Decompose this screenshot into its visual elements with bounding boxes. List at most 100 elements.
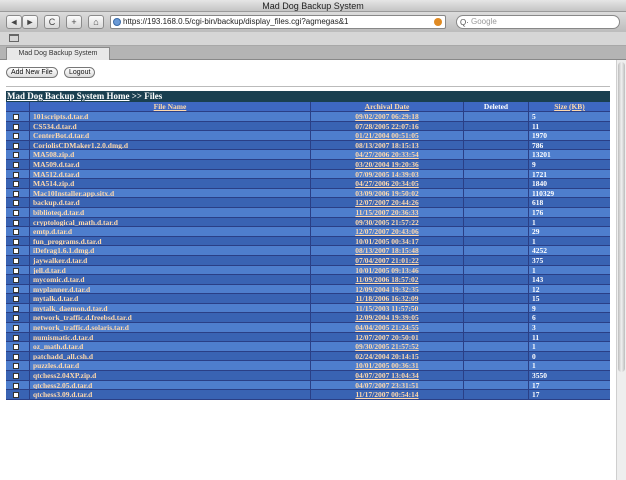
file-size: 29 (532, 227, 540, 236)
archival-date-link[interactable]: 04/07/2007 23:31:51 (311, 380, 464, 390)
archival-date-link[interactable]: 07/04/2007 21:01:22 (311, 255, 464, 265)
archival-date-link[interactable]: 11/17/2007 00:54:14 (311, 390, 464, 399)
archival-date-link[interactable]: 12/09/2004 19:32:35 (311, 284, 464, 294)
select-checkbox[interactable] (13, 229, 19, 236)
archival-date-link[interactable]: 12/07/2007 20:44:26 (311, 198, 464, 207)
file-name: mytalk.d.tar.d (30, 294, 311, 303)
archival-date-link[interactable]: 09/02/2007 06:29:18 (311, 112, 464, 121)
select-checkbox[interactable] (13, 257, 19, 264)
scrollbar-thumb[interactable] (618, 62, 625, 372)
archival-date-link[interactable]: 03/20/2004 19:20:36 (311, 159, 464, 169)
file-name: patchadd_all.csh.d (30, 351, 311, 361)
select-checkbox[interactable] (13, 200, 19, 207)
archival-date-link[interactable]: 12/07/2007 20:50:01 (311, 332, 464, 342)
archival-date-link[interactable]: 04/27/2006 20:34:05 (311, 179, 464, 188)
select-checkbox[interactable] (13, 181, 19, 188)
archival-date-link[interactable]: 09/30/2005 21:57:52 (311, 342, 464, 351)
archival-date-link[interactable]: 04/27/2006 20:33:54 (311, 150, 464, 159)
header-size[interactable]: Size (KB) (529, 102, 610, 111)
reload-button[interactable]: C (44, 15, 60, 29)
select-checkbox[interactable] (13, 305, 19, 312)
archival-date-link[interactable]: 12/09/2004 19:39:05 (311, 313, 464, 323)
archival-date-link[interactable]: 03/09/2006 19:50:02 (311, 188, 464, 198)
header-file-name[interactable]: File Name (30, 102, 311, 111)
file-name: network_traffic.d.solaris.tar.d (30, 323, 311, 332)
select-checkbox[interactable] (13, 382, 19, 389)
select-checkbox[interactable] (13, 152, 19, 159)
archival-date-link[interactable]: 08/13/2007 18:15:48 (311, 246, 464, 255)
select-checkbox[interactable] (13, 277, 19, 284)
archival-date-link[interactable]: 08/13/2007 18:15:13 (311, 140, 464, 150)
file-name: 101scripts.d.tar.d (30, 112, 311, 121)
select-checkbox[interactable] (13, 267, 19, 274)
deleted-cell (464, 294, 529, 303)
search-field[interactable]: Q· Google (456, 15, 620, 29)
header-archival-date[interactable]: Archival Date (311, 102, 464, 111)
back-button[interactable]: ◄ (6, 15, 22, 29)
select-checkbox[interactable] (13, 133, 19, 140)
file-size: 110329 (532, 188, 555, 198)
file-size: 1970 (532, 131, 547, 140)
archival-date-link[interactable]: 01/21/2004 00:51:05 (311, 131, 464, 140)
file-size: 1 (532, 265, 536, 275)
row-check-cell (6, 207, 30, 217)
select-checkbox[interactable] (13, 248, 19, 255)
deleted-cell (464, 188, 529, 198)
select-checkbox[interactable] (13, 219, 19, 226)
stop-loading-icon[interactable] (434, 18, 442, 26)
archival-date-link[interactable]: 10/01/2005 09:13:46 (311, 265, 464, 275)
logout-button[interactable]: Logout (64, 67, 96, 78)
archival-date-link[interactable]: 10/01/2005 00:36:31 (311, 361, 464, 371)
deleted-cell (464, 342, 529, 351)
select-checkbox[interactable] (13, 161, 19, 168)
archival-date-link[interactable]: 11/18/2006 16:32:09 (311, 294, 464, 303)
archival-date-link[interactable]: 09/30/2005 21:57:22 (311, 217, 464, 227)
table-row: MA509.d.tar.d 03/20/2004 19:20:36 9 (6, 159, 610, 170)
row-check-cell (6, 188, 30, 198)
home-button[interactable]: ⌂ (88, 15, 104, 29)
address-bar[interactable]: https://193.168.0.5/cgi-bin/backup/displ… (110, 15, 446, 29)
select-checkbox[interactable] (13, 238, 19, 245)
archival-date-link[interactable]: 02/24/2004 20:14:15 (311, 351, 464, 361)
add-bookmark-button[interactable]: + (66, 15, 82, 29)
file-size: 9 (532, 303, 536, 313)
bookmarks-book-icon[interactable] (9, 34, 19, 42)
archival-date-link[interactable]: 10/01/2005 00:34:17 (311, 236, 464, 246)
archival-date-link[interactable]: 04/07/2007 13:04:34 (311, 371, 464, 380)
select-checkbox[interactable] (13, 123, 19, 130)
archival-date-link[interactable]: 04/04/2005 21:24:55 (311, 323, 464, 332)
deleted-cell (464, 390, 529, 399)
select-checkbox[interactable] (13, 209, 19, 216)
tab-mad-dog-backup[interactable]: Mad Dog Backup System (6, 47, 110, 60)
archival-date-link[interactable]: 11/09/2006 18:57:02 (311, 275, 464, 284)
deleted-cell (464, 112, 529, 121)
select-checkbox[interactable] (13, 142, 19, 149)
select-checkbox[interactable] (13, 296, 19, 303)
select-checkbox[interactable] (13, 325, 19, 332)
archival-date-link[interactable]: 07/09/2005 14:39:03 (311, 169, 464, 179)
select-checkbox[interactable] (13, 373, 19, 380)
add-new-file-button[interactable]: Add New File (6, 67, 58, 78)
archival-date-link[interactable]: 12/07/2007 20:43:06 (311, 227, 464, 236)
archival-date-link[interactable]: 07/28/2005 22:07:16 (311, 121, 464, 131)
breadcrumb-home-link[interactable]: Mad Dog Backup System Home (7, 91, 130, 101)
select-checkbox[interactable] (13, 334, 19, 341)
select-checkbox[interactable] (13, 392, 19, 399)
forward-button[interactable]: ► (22, 15, 38, 29)
archival-date-link[interactable]: 11/15/2003 11:57:50 (311, 303, 464, 313)
search-engine-icon[interactable]: Q· (460, 17, 469, 29)
select-checkbox[interactable] (13, 286, 19, 293)
select-checkbox[interactable] (13, 315, 19, 322)
select-checkbox[interactable] (13, 190, 19, 197)
select-checkbox[interactable] (13, 114, 19, 120)
select-checkbox[interactable] (13, 363, 19, 370)
select-checkbox[interactable] (13, 171, 19, 178)
vertical-scrollbar[interactable] (616, 60, 626, 480)
table-row: Mac10Installer.app.sitx.d 03/09/2006 19:5… (6, 188, 610, 199)
table-row: CoriolisCDMaker1.2.0.dmg.d 08/13/2007 18:… (6, 140, 610, 151)
archival-date-link[interactable]: 11/15/2007 20:36:33 (311, 207, 464, 217)
file-name: oz_math.d.tar.d (30, 342, 311, 351)
table-row: iDefrag1.6.1.dmg.d 08/13/2007 18:15:48 425… (6, 246, 610, 256)
select-checkbox[interactable] (13, 353, 19, 360)
select-checkbox[interactable] (13, 344, 19, 351)
